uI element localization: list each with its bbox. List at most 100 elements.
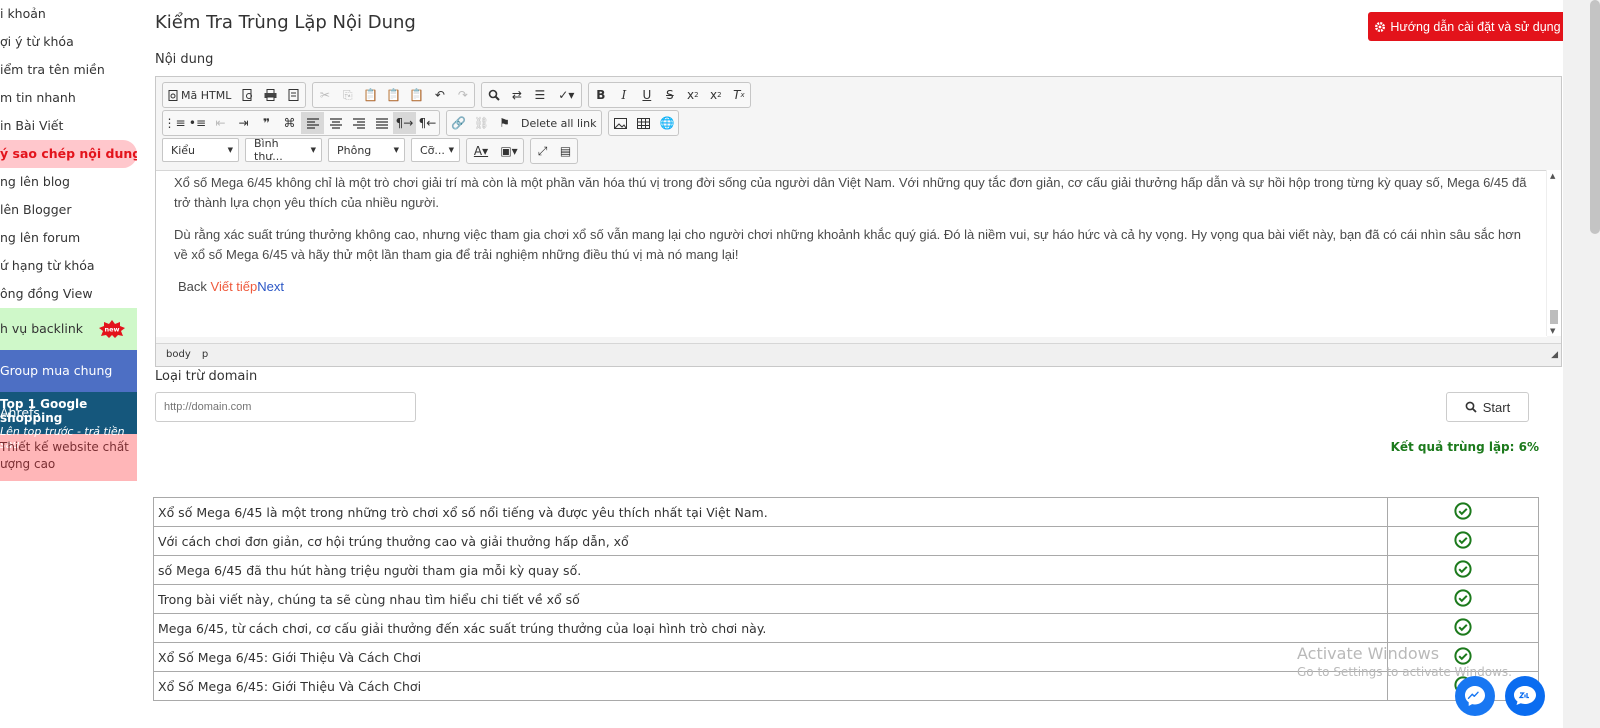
paste-text-icon[interactable]: 📋 <box>382 84 405 106</box>
find-icon[interactable] <box>482 84 505 106</box>
redo-icon[interactable]: ↷ <box>451 84 474 106</box>
sidebar-item-post-blog[interactable]: ng lên blog <box>0 168 137 196</box>
size-select[interactable]: Cỡ... ▼ <box>411 138 460 162</box>
font-select[interactable]: Phông ▼ <box>328 138 405 162</box>
paste-icon[interactable]: 📋 <box>359 84 382 106</box>
background-color-icon[interactable]: ▣▾ <box>495 140 523 162</box>
sidebar-item-keyword-suggest[interactable]: ợi ý từ khóa <box>0 28 137 56</box>
row-status <box>1387 584 1539 614</box>
paste-word-icon[interactable]: 📋 <box>405 84 428 106</box>
link-icon[interactable]: 🔗 <box>447 112 470 134</box>
sidebar-item-ahrefs[interactable]: Group mua chung Ahrefs <box>0 350 137 420</box>
next-link[interactable]: Next <box>257 279 284 294</box>
exclude-domain-input[interactable] <box>155 392 416 422</box>
sidebar-item-post-forum[interactable]: ng lên forum <box>0 224 137 252</box>
toolbar-group-clipboard: ✂ ⎘ 📋 📋 📋 ↶ ↷ <box>312 82 476 108</box>
row-status <box>1387 555 1539 585</box>
replace-icon[interactable]: ⇄ <box>505 84 528 106</box>
format-select-value: Bình thư... <box>254 137 283 163</box>
search-icon <box>1465 401 1477 413</box>
sidebar-item-label: Thiết kế website chất <box>0 440 129 454</box>
sidebar-item-post-blogger[interactable]: lên Blogger <box>0 196 137 224</box>
strike-icon[interactable]: S <box>658 84 681 106</box>
cut-icon[interactable]: ✂ <box>313 84 336 106</box>
page-scroll-thumb[interactable] <box>1590 0 1600 234</box>
show-blocks-icon[interactable]: ▤ <box>554 140 577 162</box>
select-all-icon[interactable]: ☰ <box>528 84 551 106</box>
sidebar-item-label: ng lên forum <box>0 230 81 245</box>
spellcheck-icon[interactable]: ✓▾ <box>551 84 581 106</box>
print-icon[interactable] <box>259 84 282 106</box>
anchor-flag-icon[interactable]: ⚑ <box>493 112 516 134</box>
ltr-direction-icon[interactable]: ¶→ <box>393 112 416 134</box>
sidebar-item-backlink[interactable]: h vụ backlink new <box>0 308 137 350</box>
sidebar-item-label: i khoản <box>0 6 46 21</box>
editor-scroll-thumb[interactable] <box>1550 310 1558 324</box>
sidebar-item-keyword-rank[interactable]: ứ hạng từ khóa <box>0 252 137 280</box>
toolbar-group-insert: 🌐 <box>608 110 680 136</box>
superscript-icon[interactable]: x2 <box>704 84 727 106</box>
source-button-label: Mã HTML <box>181 88 232 102</box>
check-circle-icon <box>1454 559 1472 578</box>
table-icon[interactable] <box>632 112 655 134</box>
sidebar-item-copy-check[interactable]: ý sao chép nội dung <box>0 140 137 168</box>
bold-icon[interactable]: B <box>589 84 612 106</box>
check-circle-icon <box>1454 588 1472 607</box>
div-container-icon[interactable]: ⌘ <box>278 112 301 134</box>
indent-icon[interactable]: ⇥ <box>232 112 255 134</box>
row-status <box>1387 613 1539 643</box>
format-select[interactable]: Bình thư... ▼ <box>245 137 322 163</box>
page-scrollbar[interactable] <box>1563 0 1600 728</box>
outdent-icon[interactable]: ⇤ <box>209 112 232 134</box>
sidebar-item-google-shopping[interactable]: Top 1 Google shopping Lên top trước - tr… <box>0 392 137 451</box>
copy-icon[interactable]: ⎘ <box>336 84 359 106</box>
path-item-body[interactable]: body <box>166 349 191 360</box>
zalo-chat-button[interactable] <box>1505 676 1545 716</box>
align-right-icon[interactable] <box>347 112 370 134</box>
editor-scrollbar[interactable]: ▲ ▼ <box>1546 170 1561 336</box>
numbered-list-icon[interactable]: ⋮≡ <box>163 112 186 134</box>
preview-icon[interactable] <box>236 84 259 106</box>
maximize-icon[interactable]: ⤢ <box>531 140 554 162</box>
sidebar-item-domain-check[interactable]: iểm tra tên miền <box>0 56 137 84</box>
style-select[interactable]: Kiểu ▼ <box>162 138 239 162</box>
undo-icon[interactable]: ↶ <box>428 84 451 106</box>
editor-content-area[interactable]: Xổ số Mega 6/45 không chỉ là một trò chơ… <box>156 170 1547 337</box>
sidebar-item-spin-article[interactable]: in Bài Viết <box>0 112 137 140</box>
templates-icon[interactable] <box>282 84 305 106</box>
editor-toolbar-row-1: Mã HTML ✂ ⎘ 📋 📋 📋 ↶ ↷ ⇄ ☰ ✓▾ B I U S x 2… <box>162 82 752 108</box>
start-button[interactable]: Start <box>1446 392 1529 422</box>
continue-link[interactable]: Viết tiếp <box>211 279 258 294</box>
italic-icon[interactable]: I <box>612 84 635 106</box>
unlink-icon[interactable]: ⛓ <box>470 112 493 134</box>
rtl-direction-icon[interactable]: ¶← <box>416 112 439 134</box>
bulleted-list-icon[interactable]: •≡ <box>186 112 209 134</box>
underline-icon[interactable]: U <box>635 84 658 106</box>
path-item-p[interactable]: p <box>202 349 208 360</box>
remove-format-icon[interactable]: Tx <box>727 84 750 106</box>
guide-button[interactable]: Hướng dẫn cài đặt và sử dụng <box>1368 12 1567 41</box>
sidebar-item-view-exchange[interactable]: ông đồng View <box>0 280 137 308</box>
image-icon[interactable] <box>609 112 632 134</box>
sidebar-item-sublabel: ượng cao <box>0 457 56 471</box>
align-justify-icon[interactable] <box>370 112 393 134</box>
iframe-globe-icon[interactable]: 🌐 <box>655 112 678 134</box>
subscript-icon[interactable]: x2 <box>681 84 704 106</box>
scroll-down-icon[interactable]: ▼ <box>1550 327 1555 335</box>
scroll-up-icon[interactable]: ▲ <box>1550 172 1555 180</box>
source-button[interactable]: Mã HTML <box>163 84 236 106</box>
sidebar-item-website-design[interactable]: Thiết kế website chất ượng cao <box>0 434 137 481</box>
resize-handle-icon[interactable]: ◢ <box>1551 344 1558 366</box>
blockquote-icon[interactable]: ❞ <box>255 112 278 134</box>
watermark-title: Activate Windows <box>1297 644 1440 663</box>
align-left-icon[interactable] <box>301 112 324 134</box>
sidebar-item-account[interactable]: i khoản <box>0 0 137 28</box>
text-color-icon[interactable]: A▾ <box>467 140 495 162</box>
back-link[interactable]: Back <box>178 279 207 294</box>
delete-all-links-button[interactable]: Delete all link <box>516 112 601 134</box>
messenger-chat-button[interactable] <box>1455 676 1495 716</box>
toolbar-group-editing: ⇄ ☰ ✓▾ <box>481 82 583 108</box>
sidebar-item-quick-index[interactable]: m tin nhanh <box>0 84 137 112</box>
editor-paragraph: Xổ số Mega 6/45 không chỉ là một trò chơ… <box>174 175 1527 210</box>
align-center-icon[interactable] <box>324 112 347 134</box>
